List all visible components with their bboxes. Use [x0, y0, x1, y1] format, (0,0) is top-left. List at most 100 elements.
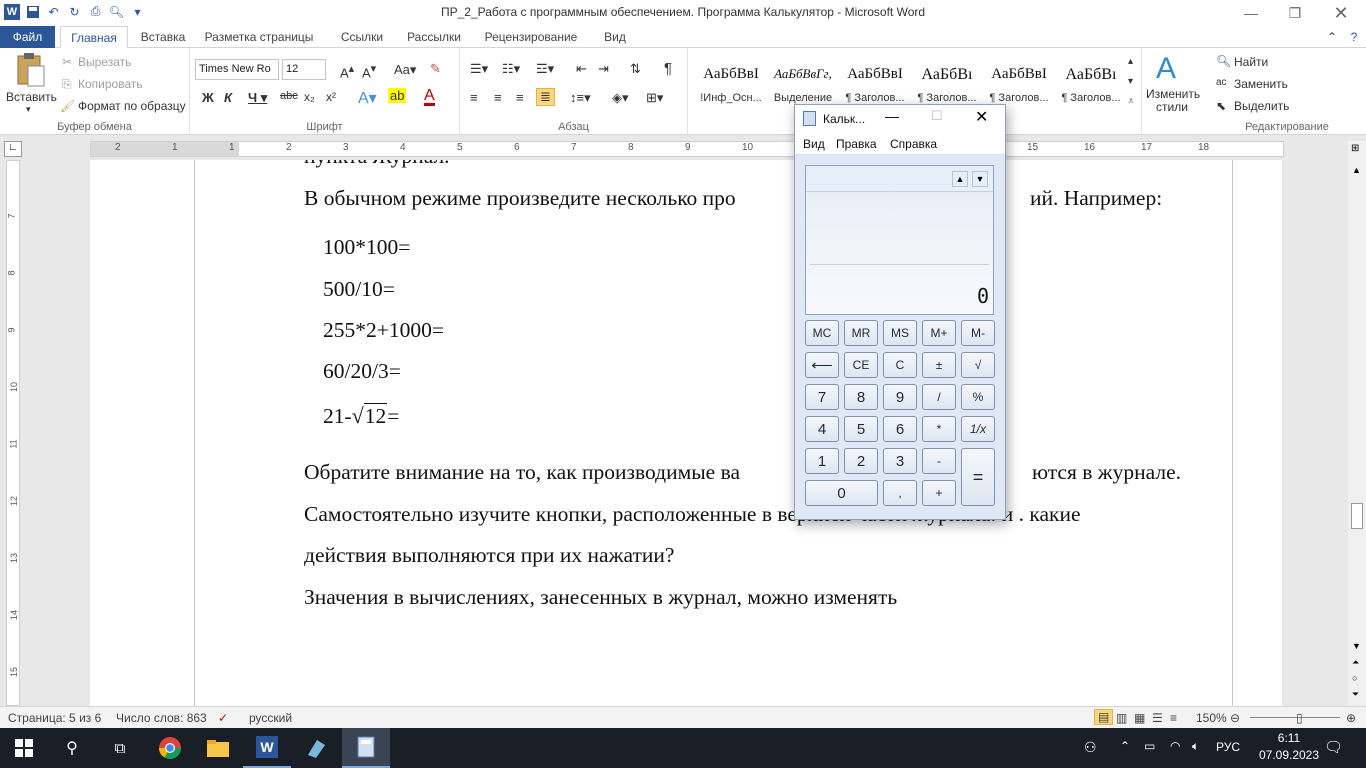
task-view-icon[interactable]: ⧉	[96, 728, 144, 768]
numbering-icon[interactable]: ☷▾	[502, 61, 520, 77]
highlight-icon[interactable]: ab	[388, 88, 407, 103]
language-indicator[interactable]: русский	[249, 711, 292, 725]
style-item-emphasis[interactable]: АаБбВвГг, Выделение	[768, 54, 838, 106]
italic-icon[interactable]: К	[224, 90, 232, 105]
align-center-icon[interactable]: ≡	[494, 90, 502, 105]
scroll-down-icon[interactable]: ▼	[1352, 641, 1361, 651]
digit-3-button[interactable]: 3	[883, 448, 917, 474]
text-effects-icon[interactable]: A▾	[358, 88, 377, 108]
digit-8-button[interactable]: 8	[844, 384, 878, 410]
page-counter[interactable]: Страница: 5 из 6	[8, 711, 101, 725]
cut-button[interactable]: Вырезать	[78, 55, 131, 69]
tab-file[interactable]: Файл	[0, 26, 55, 48]
subtract-button[interactable]: -	[922, 448, 956, 474]
superscript-icon[interactable]: x²	[326, 90, 336, 104]
show-hidden-icons-icon[interactable]: ⌃	[1120, 739, 1130, 753]
borders-icon[interactable]: ⊞▾	[646, 90, 663, 106]
word-count[interactable]: Число слов: 863	[116, 711, 207, 725]
print-layout-icon[interactable]: ▤	[1094, 709, 1114, 725]
digit-4-button[interactable]: 4	[805, 416, 839, 442]
calc-minimize-button[interactable]: —	[885, 108, 899, 124]
show-formatting-icon[interactable]: ¶	[664, 60, 672, 77]
subscript-icon[interactable]: x₂	[304, 90, 315, 104]
tab-home[interactable]: Главная	[60, 26, 128, 49]
ce-button[interactable]: CE	[844, 352, 878, 378]
clock-time[interactable]: 6:11	[1266, 731, 1312, 745]
menu-edit[interactable]: Правка	[836, 137, 877, 151]
decimal-button[interactable]: ,	[883, 480, 917, 506]
digit-9-button[interactable]: 9	[883, 384, 917, 410]
style-item-heading-4[interactable]: АаБбВı ¶ Заголов...	[1056, 54, 1126, 106]
font-name-field[interactable]: Times New Ro	[195, 59, 279, 80]
web-layout-icon[interactable]: ▦	[1134, 711, 1145, 725]
draft-icon[interactable]: ≡	[1170, 711, 1177, 725]
font-size-field[interactable]: 12	[282, 59, 326, 80]
menu-view[interactable]: Вид	[803, 137, 825, 151]
tab-mailings[interactable]: Рассылки	[398, 26, 470, 48]
word-taskbar-icon[interactable]: W	[243, 728, 291, 768]
select-button[interactable]: Выделить	[1234, 99, 1289, 113]
change-styles-button[interactable]: Изменить стили	[1146, 88, 1200, 114]
spelling-icon[interactable]: ✓	[218, 711, 228, 725]
change-case-icon[interactable]: Aa▾	[394, 62, 416, 78]
chrome-icon[interactable]	[146, 728, 194, 768]
zoom-in-icon[interactable]: ⊕	[1346, 711, 1356, 725]
next-page-icon[interactable]: ⏷	[1352, 689, 1359, 700]
style-item-heading-3[interactable]: АаБбВвI ¶ Заголов...	[984, 54, 1054, 106]
percent-button[interactable]: %	[961, 384, 995, 410]
backspace-button[interactable]: ⟵	[805, 352, 839, 378]
file-explorer-icon[interactable]	[194, 728, 242, 768]
increase-indent-icon[interactable]: ⇥	[598, 61, 609, 77]
network-status-icon[interactable]: ▭	[1144, 739, 1155, 753]
digit-1-button[interactable]: 1	[805, 448, 839, 474]
previous-page-icon[interactable]: ⏶	[1352, 657, 1359, 668]
people-icon[interactable]: ⚇	[1084, 739, 1097, 756]
line-spacing-icon[interactable]: ↕≡▾	[570, 90, 591, 106]
outline-icon[interactable]: ☰	[1152, 711, 1163, 725]
tab-insert[interactable]: Вставка	[132, 26, 194, 48]
full-screen-reading-icon[interactable]: ▥	[1116, 711, 1127, 725]
styles-scroll-down-icon[interactable]: ▾	[1128, 76, 1133, 87]
app-taskbar-icon[interactable]	[292, 728, 340, 768]
bold-icon[interactable]: Ж	[202, 90, 214, 105]
style-item-heading-1[interactable]: АаБбВвI ¶ Заголов...	[840, 54, 910, 106]
clear-formatting-icon[interactable]: ✎	[430, 61, 441, 77]
find-button[interactable]: Найти	[1234, 55, 1268, 69]
style-item-heading-2[interactable]: АаБбВı ¶ Заголов...	[912, 54, 982, 106]
plus-minus-button[interactable]: ±	[922, 352, 956, 378]
wifi-icon[interactable]: ◠	[1170, 739, 1180, 753]
bullets-icon[interactable]: ☰▾	[470, 61, 488, 77]
reciprocal-button[interactable]: 1/x	[961, 416, 995, 442]
calc-close-button[interactable]: ✕	[975, 107, 988, 127]
justify-icon[interactable]: ≣	[536, 88, 555, 106]
volume-icon[interactable]: 🔈︎	[1192, 739, 1199, 754]
sort-icon[interactable]: ⇅	[630, 61, 641, 77]
start-button[interactable]	[0, 728, 48, 768]
styles-scroll-up-icon[interactable]: ▴	[1128, 56, 1133, 67]
add-button[interactable]: +	[922, 480, 956, 506]
mr-button[interactable]: MR	[844, 320, 878, 346]
underline-icon[interactable]: Ч ▾	[248, 90, 267, 106]
digit-6-button[interactable]: 6	[883, 416, 917, 442]
tab-page-layout[interactable]: Разметка страницы	[198, 26, 320, 48]
mc-button[interactable]: MC	[805, 320, 839, 346]
tab-review[interactable]: Рецензирование	[476, 26, 586, 48]
menu-help[interactable]: Справка	[890, 137, 937, 151]
copy-button[interactable]: Копировать	[78, 77, 143, 91]
divide-button[interactable]: /	[922, 384, 956, 410]
zoom-out-icon[interactable]: ⊖	[1230, 711, 1240, 725]
strikethrough-icon[interactable]: abc	[280, 90, 298, 102]
style-item-normal[interactable]: АаБбВвI !Инф_Осн...	[696, 54, 766, 106]
horizontal-ruler[interactable]: 21123456789101112131415161718	[90, 141, 1284, 157]
m-minus-button[interactable]: M-	[961, 320, 995, 346]
input-language[interactable]: РУС	[1216, 740, 1240, 754]
replace-button[interactable]: Заменить	[1234, 77, 1288, 91]
paste-icon[interactable]	[14, 52, 46, 91]
history-down-icon[interactable]: ▼	[972, 171, 988, 187]
tab-selector[interactable]: ∟	[4, 141, 22, 157]
vertical-scrollbar[interactable]: ⊞ ▲ ▼ ⏶ ○ ⏷	[1348, 141, 1366, 706]
notifications-icon[interactable]: 🗨︎	[1324, 738, 1343, 756]
digit-2-button[interactable]: 2	[844, 448, 878, 474]
scroll-up-icon[interactable]: ▲	[1352, 165, 1361, 175]
digit-7-button[interactable]: 7	[805, 384, 839, 410]
